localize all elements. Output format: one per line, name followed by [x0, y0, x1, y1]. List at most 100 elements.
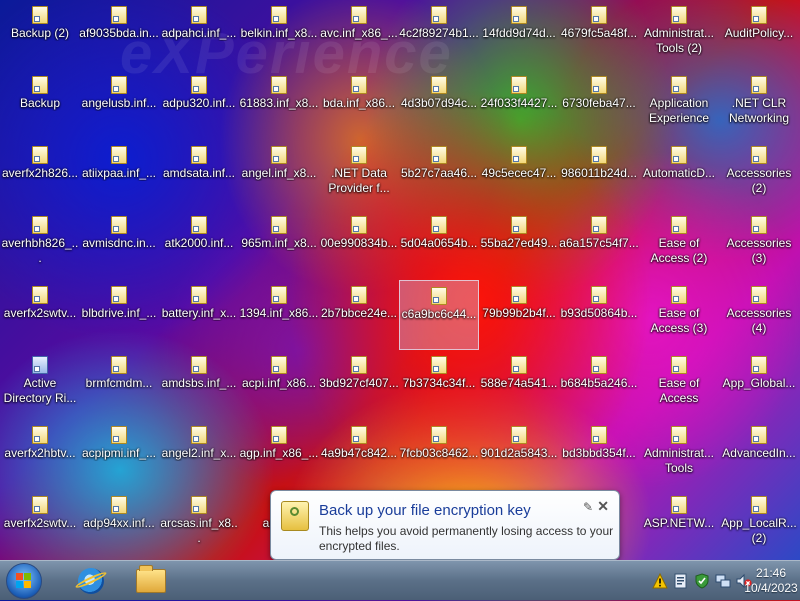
desktop-icon[interactable]: adpu320.inf... [159, 70, 239, 140]
desktop-icon[interactable]: Accessories (4) [719, 280, 799, 350]
desktop-icon[interactable]: Ease of Access (3) [639, 280, 719, 350]
balloon-title[interactable]: Back up your file encryption key [319, 502, 531, 519]
desktop-icon[interactable]: avmisdnc.in... [79, 210, 159, 280]
desktop-icon[interactable]: Administrat... Tools (2) [639, 0, 719, 70]
desktop-icon[interactable]: Backup [0, 70, 80, 140]
desktop-icon[interactable]: 7fcb03c8462... [399, 420, 479, 490]
desktop-icon[interactable]: 61883.inf_x8... [239, 70, 319, 140]
desktop-icon-label: ASP.NETW... [643, 516, 715, 530]
taskbar-windows-explorer[interactable] [128, 564, 174, 598]
balloon-options-icon[interactable]: ✎ [583, 500, 593, 514]
desktop-icon[interactable]: Active Directory Ri... [0, 350, 80, 420]
desktop-icon[interactable]: avc.inf_x86_... [319, 0, 399, 70]
desktop-icon[interactable]: amdsata.inf... [159, 140, 239, 210]
desktop-icon[interactable]: 965m.inf_x8... [239, 210, 319, 280]
desktop-icon[interactable]: Backup (2) [0, 0, 80, 70]
desktop-icon[interactable]: 7b3734c34f... [399, 350, 479, 420]
desktop-icon[interactable]: 6730feba47... [559, 70, 639, 140]
desktop-icon[interactable]: AdvancedIn... [719, 420, 799, 490]
security-check-icon[interactable] [694, 573, 710, 589]
desktop-icon[interactable]: agp.inf_x86_... [239, 420, 319, 490]
desktop-icon[interactable]: adp94xx.inf... [79, 490, 159, 560]
desktop-icon[interactable]: 986011b24d... [559, 140, 639, 210]
action-center-icon[interactable] [673, 573, 689, 589]
desktop-icon[interactable]: 588e74a541... [479, 350, 559, 420]
desktop-icon[interactable]: arcsas.inf_x8... [159, 490, 239, 560]
desktop-icon[interactable]: adpahci.inf_... [159, 0, 239, 70]
desktop-icon[interactable]: af9035bda.in... [79, 0, 159, 70]
shortcut-icon [271, 216, 287, 234]
desktop-icon[interactable]: averhbh826_... [0, 210, 80, 280]
desktop-icon[interactable]: 79b99b2b4f... [479, 280, 559, 350]
desktop-icon[interactable]: 5b27c7aa46... [399, 140, 479, 210]
balloon-body: This helps you avoid permanently losing … [319, 524, 614, 553]
desktop-icon[interactable]: AuditPolicy... [719, 0, 799, 70]
taskbar-internet-explorer[interactable] [68, 564, 114, 598]
desktop-icon[interactable]: App_Global... [719, 350, 799, 420]
desktop-icon[interactable]: Ease of Access [639, 350, 719, 420]
desktop-icon[interactable]: AutomaticD... [639, 140, 719, 210]
desktop-icon[interactable]: 2b7bbce24e... [319, 280, 399, 350]
desktop-icon[interactable]: 4a9b47c842... [319, 420, 399, 490]
shortcut-icon [431, 6, 447, 24]
desktop-icon[interactable]: 55ba27ed49... [479, 210, 559, 280]
shortcut-icon [271, 6, 287, 24]
encryption-key-balloon[interactable]: Back up your file encryption key This he… [270, 490, 620, 560]
desktop-icon[interactable]: 49c5ecec47... [479, 140, 559, 210]
desktop-icon[interactable]: 5d04a0654b... [399, 210, 479, 280]
desktop-icon[interactable]: a6a157c54f7... [559, 210, 639, 280]
start-button[interactable] [6, 563, 42, 599]
desktop-icon[interactable]: acpipmi.inf_... [79, 420, 159, 490]
desktop-icon[interactable]: Accessories (2) [719, 140, 799, 210]
desktop-icon-label: acpipmi.inf_... [81, 446, 157, 460]
desktop-icon-label: 7b3734c34f... [402, 376, 476, 390]
desktop-icon-label: adp94xx.inf... [83, 516, 155, 530]
shortcut-icon [511, 356, 527, 374]
desktop-icon[interactable]: App_LocalR... (2) [719, 490, 799, 560]
desktop-icon[interactable]: amdsbs.inf_... [159, 350, 239, 420]
taskbar-clock[interactable]: 21:46 10/4/2023 [742, 561, 800, 601]
desktop-icon[interactable]: averfx2swtv... [0, 280, 80, 350]
desktop-icon[interactable]: b684b5a246... [559, 350, 639, 420]
desktop-icon[interactable]: bda.inf_x86... [319, 70, 399, 140]
desktop-icon[interactable]: blbdrive.inf_... [79, 280, 159, 350]
desktop-icon[interactable]: 4c2f89274b1... [399, 0, 479, 70]
desktop-icon[interactable]: Administrat... Tools [639, 420, 719, 490]
desktop-icon[interactable]: .NET CLR Networking [719, 70, 799, 140]
desktop-icon[interactable]: Accessories (3) [719, 210, 799, 280]
desktop-icon[interactable]: averfx2swtv... [0, 490, 80, 560]
desktop-icon[interactable]: atiixpaa.inf_... [79, 140, 159, 210]
desktop-icon[interactable]: acpi.inf_x86... [239, 350, 319, 420]
balloon-close-icon[interactable]: ✕ [597, 498, 609, 515]
desktop-icon[interactable]: 3bd927cf407... [319, 350, 399, 420]
desktop-icon[interactable]: belkin.inf_x8... [239, 0, 319, 70]
desktop-icon-label: 4d3b07d94c... [400, 96, 478, 110]
desktop-icon[interactable]: angel2.inf_x... [159, 420, 239, 490]
desktop-icon[interactable]: 4d3b07d94c... [399, 70, 479, 140]
desktop-icon[interactable]: Application Experience [639, 70, 719, 140]
desktop-icon[interactable]: .NET Data Provider f... [319, 140, 399, 210]
desktop-icon[interactable]: averfx2h826... [0, 140, 80, 210]
desktop-icon[interactable]: b93d50864b... [559, 280, 639, 350]
desktop-icon[interactable]: 901d2a5843... [479, 420, 559, 490]
desktop-icon[interactable]: 24f033f4427... [479, 70, 559, 140]
desktop-icon[interactable]: atk2000.inf... [159, 210, 239, 280]
desktop-icon[interactable]: c6a9bc6c44... [399, 280, 479, 350]
desktop-icon[interactable]: 1394.inf_x86... [239, 280, 319, 350]
desktop-icon[interactable]: Ease of Access (2) [639, 210, 719, 280]
desktop-icon[interactable]: brmfcmdm... [79, 350, 159, 420]
desktop-icon[interactable]: bd3bbd354f... [559, 420, 639, 490]
desktop-icon[interactable]: averfx2hbtv... [0, 420, 80, 490]
desktop-icon[interactable]: angel.inf_x8... [239, 140, 319, 210]
desktop-icon[interactable]: battery.inf_x... [159, 280, 239, 350]
desktop-icon[interactable]: 4679fc5a48f... [559, 0, 639, 70]
desktop-icon[interactable]: 00e990834b... [319, 210, 399, 280]
network-icon[interactable] [715, 573, 731, 589]
desktop-icon-label: bd3bbd354f... [562, 446, 636, 460]
warning-icon[interactable] [652, 573, 668, 589]
desktop-icon[interactable]: 14fdd9d74d... [479, 0, 559, 70]
desktop-icon[interactable]: ASP.NETW... [639, 490, 719, 560]
desktop-icon[interactable]: angelusb.inf... [79, 70, 159, 140]
desktop-icon-label: 4679fc5a48f... [560, 26, 638, 40]
desktop-icon-label: amdsbs.inf_... [161, 376, 237, 390]
